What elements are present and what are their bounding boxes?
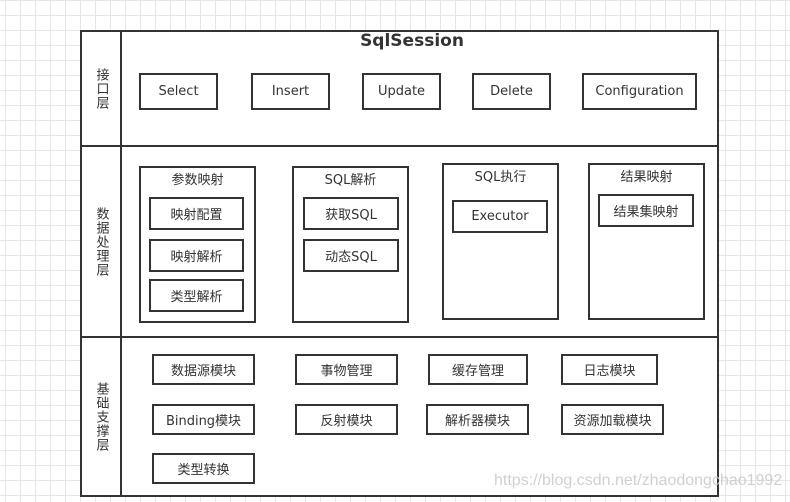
module-box: Binding模块 bbox=[152, 404, 255, 435]
group-sql-execution: SQL执行 bbox=[442, 163, 559, 320]
interface-box-configuration: Configuration bbox=[582, 73, 697, 110]
interface-box-delete: Delete bbox=[472, 73, 551, 110]
component-box: 映射配置 bbox=[149, 197, 244, 230]
component-box: 结果集映射 bbox=[598, 194, 694, 227]
component-box: 类型解析 bbox=[149, 279, 244, 312]
sqlsession-title: SqlSession bbox=[360, 31, 464, 51]
module-box: 事物管理 bbox=[295, 354, 398, 385]
watermark: https://blog.csdn.net/zhaodongchao1992 bbox=[494, 472, 783, 489]
group-title: 参数映射 bbox=[171, 173, 224, 188]
group-title: SQL解析 bbox=[324, 173, 377, 188]
component-box: 获取SQL bbox=[303, 197, 399, 230]
module-box: 类型转换 bbox=[152, 453, 255, 484]
component-box-executor: Executor bbox=[452, 200, 548, 233]
group-title: 结果映射 bbox=[620, 170, 673, 185]
layer-divider bbox=[80, 336, 717, 338]
module-box: 数据源模块 bbox=[152, 354, 255, 385]
interface-box-insert: Insert bbox=[251, 73, 330, 110]
group-result-mapping: 结果映射 bbox=[588, 163, 705, 320]
interface-box-select: Select bbox=[139, 73, 218, 110]
layer-label-data-processing: 数据处理层 bbox=[93, 206, 109, 277]
component-box: 动态SQL bbox=[303, 239, 399, 272]
module-box: 解析器模块 bbox=[426, 404, 529, 435]
module-box: 反射模块 bbox=[295, 404, 398, 435]
component-box: 映射解析 bbox=[149, 239, 244, 272]
module-box: 日志模块 bbox=[561, 354, 658, 385]
layer-label-foundation: 基础支撑层 bbox=[93, 381, 109, 452]
layer-divider bbox=[80, 145, 717, 147]
interface-box-update: Update bbox=[362, 73, 441, 110]
module-box: 资源加载模块 bbox=[561, 404, 664, 435]
group-title: SQL执行 bbox=[474, 170, 527, 185]
module-box: 缓存管理 bbox=[428, 354, 528, 385]
layer-label-interface: 接口层 bbox=[93, 67, 109, 110]
